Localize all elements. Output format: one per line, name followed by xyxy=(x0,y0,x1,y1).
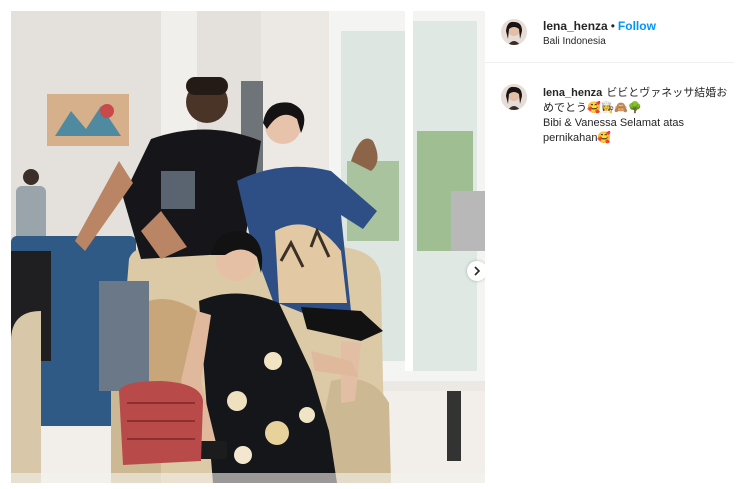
follow-button[interactable]: Follow xyxy=(618,19,656,33)
caption-avatar[interactable] xyxy=(501,84,527,110)
post-photo xyxy=(11,11,485,483)
header-separator: • xyxy=(610,19,615,33)
post-header: lena_henza • Follow xyxy=(543,19,656,33)
location-link[interactable]: Bali Indonesia xyxy=(543,36,606,47)
header-divider xyxy=(485,62,734,63)
avatar-image xyxy=(501,19,527,45)
post-caption: lena_henza ビビとヴァネッサ結婚おめでとう🥰👩‍🍳🙈🌳 Bibi & V… xyxy=(543,86,733,146)
caption-line-3: pernikahan🥰 xyxy=(543,132,612,144)
caption-username[interactable]: lena_henza xyxy=(543,87,602,99)
caption-line-2: Bibi & Vanessa Selamat atas xyxy=(543,117,685,129)
post-image[interactable] xyxy=(11,11,485,483)
header-username[interactable]: lena_henza xyxy=(543,19,608,33)
caption-avatar-image xyxy=(501,84,527,110)
chevron-right-icon xyxy=(474,266,481,276)
next-slide-button[interactable] xyxy=(467,261,485,281)
post-side-panel xyxy=(485,11,734,483)
avatar[interactable] xyxy=(501,19,527,45)
